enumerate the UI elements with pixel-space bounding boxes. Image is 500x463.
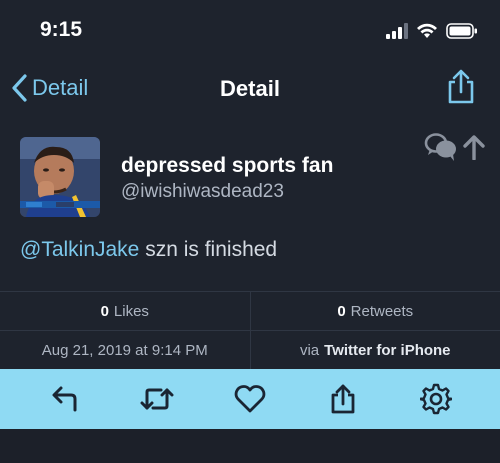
- timestamp-text: Aug 21, 2019 at 9:14 PM: [41, 341, 208, 359]
- settings-button[interactable]: [416, 379, 456, 419]
- wifi-icon: [417, 23, 437, 38]
- gear-icon: [419, 383, 452, 415]
- via-label: via: [299, 341, 320, 359]
- reply-icon: [52, 386, 77, 412]
- status-icons: [386, 20, 478, 42]
- share-icon: [448, 69, 474, 104]
- cellular-signal-icon: [386, 23, 408, 39]
- share-icon: [331, 384, 355, 414]
- reply-button[interactable]: [44, 379, 84, 419]
- share-tweet-button[interactable]: [323, 379, 363, 419]
- meta-row: Aug 21, 2019 at 9:14 PM via Twitter for …: [0, 331, 500, 369]
- heart-icon: [234, 385, 266, 413]
- conversation-indicator: [424, 130, 488, 164]
- timestamp: Aug 21, 2019 at 9:14 PM: [0, 331, 250, 369]
- share-button[interactable]: [444, 68, 478, 106]
- source-app[interactable]: Twitter for iPhone: [324, 342, 450, 359]
- avatar-image: [20, 137, 100, 217]
- author-handle[interactable]: @iwishiwasdead23: [121, 181, 284, 203]
- source-info: via Twitter for iPhone: [249, 331, 500, 369]
- page-title: Detail: [220, 76, 280, 101]
- author-name[interactable]: depressed sports fan: [121, 154, 333, 178]
- action-toolbar: [0, 369, 500, 429]
- likes-label: Likes: [113, 302, 149, 320]
- conversation-bubbles-icon: [424, 133, 456, 161]
- avatar[interactable]: [20, 137, 100, 217]
- stats-row: 0 Likes 0 Retweets: [0, 291, 500, 331]
- retweets-label: Retweets: [350, 302, 414, 320]
- status-time: 9:15: [40, 18, 83, 41]
- mention-link[interactable]: @TalkinJake: [20, 238, 139, 261]
- navigation-bar: Detail Detail: [0, 62, 500, 114]
- retweet-icon: [140, 388, 174, 410]
- likes-count: 0: [100, 302, 109, 320]
- like-button[interactable]: [230, 379, 270, 419]
- reply-up-arrow-icon: [463, 135, 485, 160]
- tweet-text: @TalkinJake szn is finished: [20, 238, 277, 262]
- retweet-button[interactable]: [137, 379, 177, 419]
- tweet-header: depressed sports fan @iwishiwasdead23: [0, 130, 500, 225]
- status-bar: 9:15: [0, 0, 500, 60]
- retweets-stat[interactable]: 0 Retweets: [249, 292, 500, 330]
- likes-stat[interactable]: 0 Likes: [0, 292, 250, 330]
- retweets-count: 0: [337, 302, 346, 320]
- home-indicator-area: [0, 429, 500, 463]
- tweet-body: szn is finished: [139, 238, 278, 261]
- battery-icon: [446, 23, 477, 39]
